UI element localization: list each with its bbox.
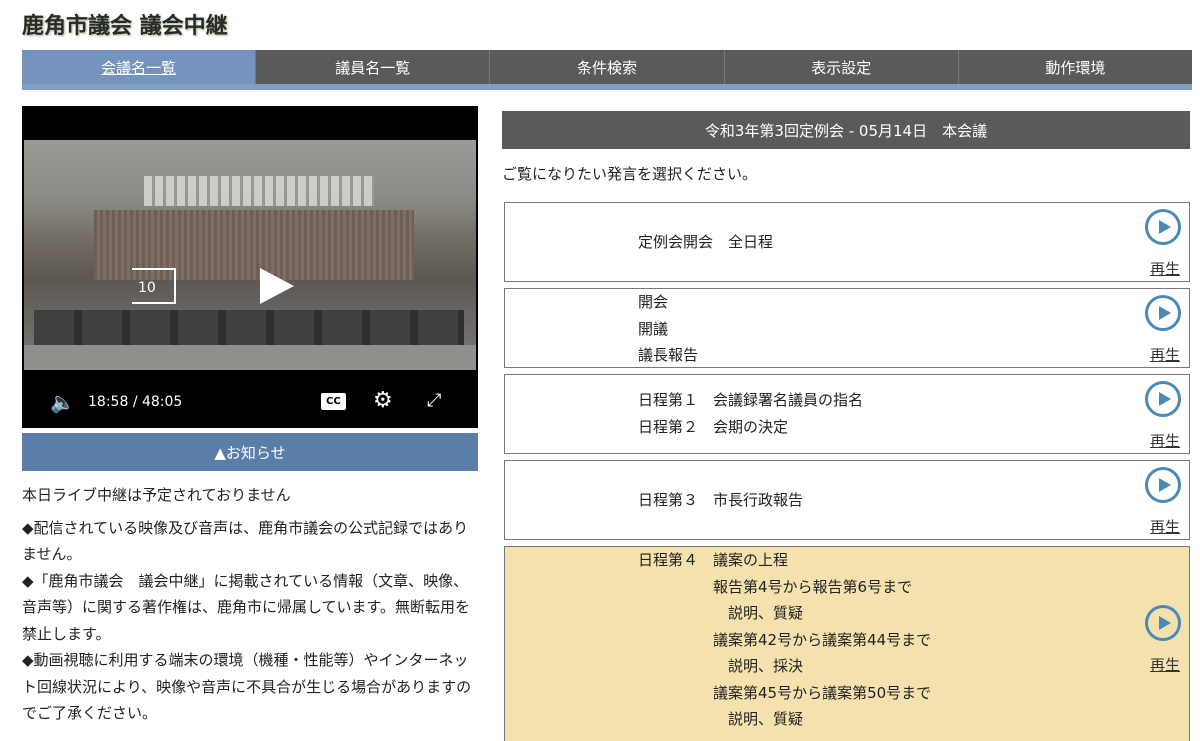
agenda-item[interactable]: 定例会開会 全日程 再生 (504, 202, 1190, 282)
agenda-item-text: 日程第４ 議案の上程 報告第4号から報告第6号まで 説明、質疑 議案第42号から… (638, 551, 932, 728)
nav-meeting-list[interactable]: 会議名一覧 (22, 50, 257, 84)
video-frame: 10 (24, 140, 476, 370)
notice-line: ◆配信されている映像及び音声は、鹿角市議会の公式記録ではありません。 (22, 518, 469, 564)
cc-button[interactable]: CC (321, 393, 346, 410)
replay-link[interactable]: 再生 (1150, 430, 1180, 451)
gallery-seats (144, 176, 374, 206)
replay-link[interactable]: 再生 (1150, 516, 1180, 537)
current-time: 18:58 (88, 394, 129, 410)
time-display: 18:58 / 48:05 (88, 394, 182, 410)
agenda-item[interactable]: 日程第１ 会議録署名議員の指名 日程第２ 会期の決定 再生 (504, 374, 1190, 454)
replay-link[interactable]: 再生 (1150, 654, 1180, 675)
agenda-item[interactable]: 日程第３ 市長行政報告 再生 (504, 460, 1190, 540)
instruction-text: ご覧になりたい発言を選択ください。 (502, 165, 758, 183)
duration: 48:05 (141, 394, 183, 410)
nav-display-settings[interactable]: 表示設定 (725, 50, 959, 84)
player-controls: 🔈 18:58 / 48:05 CC ⚙ ⤢ (22, 384, 478, 424)
play-icon[interactable] (260, 268, 294, 304)
agenda-item[interactable]: 開会 開議 議長報告 再生 (504, 288, 1190, 368)
meeting-title: 令和3年第3回定例会 - 05月14日 本会議 (502, 111, 1190, 149)
play-circle-icon[interactable] (1145, 467, 1181, 503)
play-circle-icon[interactable] (1145, 381, 1181, 417)
chamber-floor (24, 345, 476, 370)
agenda-item-text: 開会 開議 議長報告 (638, 293, 699, 364)
gear-icon[interactable]: ⚙ (373, 388, 393, 413)
time-separator: / (132, 394, 138, 410)
nav-member-list[interactable]: 議員名一覧 (256, 50, 491, 84)
nav-environment[interactable]: 動作環境 (959, 50, 1192, 84)
member-desks (34, 310, 464, 350)
nav-search[interactable]: 条件検索 (490, 50, 725, 84)
notice-line: ◆「鹿角市議会 議会中継」に掲載されている情報（文章、映像、音声等）に関する著作… (22, 571, 471, 643)
rewind-seconds: 10 (138, 280, 156, 296)
volume-icon[interactable]: 🔈 (50, 390, 75, 414)
play-circle-icon[interactable] (1145, 209, 1181, 245)
notice-toggle[interactable]: ▲お知らせ (22, 433, 478, 471)
fullscreen-icon[interactable]: ⤢ (427, 390, 441, 411)
play-circle-icon[interactable] (1145, 295, 1181, 331)
video-player[interactable]: 10 🔈 18:58 / 48:05 CC ⚙ ⤢ (22, 106, 478, 428)
agenda-item-selected[interactable]: 日程第４ 議案の上程 報告第4号から報告第6号まで 説明、質疑 議案第42号から… (504, 546, 1190, 741)
replay-link[interactable]: 再生 (1150, 258, 1180, 279)
agenda-item-text: 定例会開会 全日程 (638, 233, 774, 251)
notice-body: 本日ライブ中継は予定されておりません ◆配信されている映像及び音声は、鹿角市議会… (22, 482, 478, 722)
replay-link[interactable]: 再生 (1150, 344, 1180, 365)
main-nav: 会議名一覧 議員名一覧 条件検索 表示設定 動作環境 (22, 50, 1192, 90)
agenda-item-text: 日程第３ 市長行政報告 (638, 491, 804, 509)
notice-line: ◆動画視聴に利用する端末の環境（機種・性能等）やインターネット回線状況により、映… (22, 651, 472, 722)
agenda-item-text: 日程第１ 会議録署名議員の指名 日程第２ 会期の決定 (638, 391, 864, 436)
notice-line: 本日ライブ中継は予定されておりません (22, 486, 291, 504)
site-title: 鹿角市議会 議会中継 (22, 14, 228, 39)
play-circle-icon[interactable] (1145, 605, 1181, 641)
